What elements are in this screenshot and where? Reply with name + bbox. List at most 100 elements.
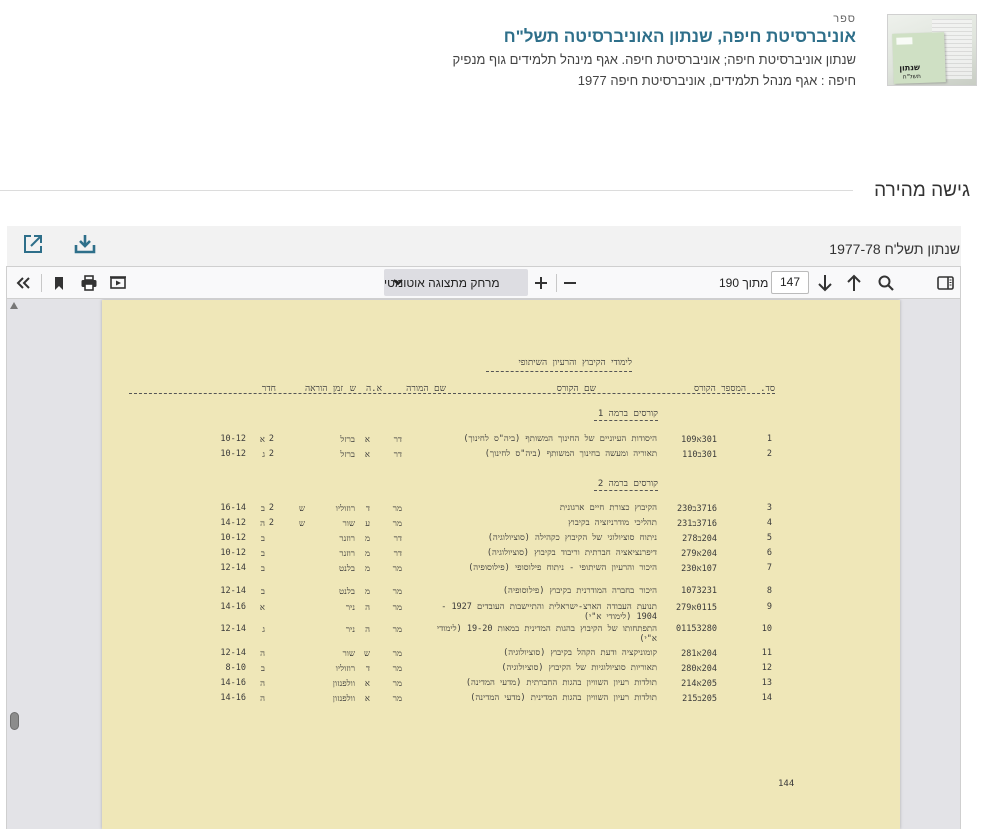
table-cell-teacher: ברזל <box>340 450 355 460</box>
table-cell-init: א <box>364 694 370 704</box>
table-cell-teacher: ניר <box>345 603 355 613</box>
table-cell-day: ה <box>260 694 265 704</box>
zoom-out-icon <box>564 282 576 284</box>
table-cell-teacher: וולפנזון <box>332 679 355 689</box>
table-cell-day: א <box>259 603 265 613</box>
table-cell-code: 204א279 <box>681 549 717 559</box>
table-cell-num: 11 <box>761 648 772 658</box>
zoom-select[interactable]: מרחק מתצוגה אוטומטי <box>384 269 528 296</box>
scrollbar-thumb[interactable] <box>10 712 19 730</box>
table-cell-day: ה <box>260 679 265 689</box>
table-cell-hours: 14-16 <box>220 602 246 612</box>
table-cell-course: הקיבוץ כצורת חיים ארגונית <box>559 503 657 513</box>
download-tray-icon <box>74 235 96 254</box>
table-cell-title: מר <box>392 625 402 635</box>
double-chevron-icon <box>16 277 30 289</box>
table-cell-init: א <box>364 679 370 689</box>
arrow-up-icon <box>847 274 861 291</box>
document-bar <box>7 226 961 266</box>
book-thumbnail[interactable]: שנתון תשל"ח <box>887 14 977 86</box>
table-cell-title: מר <box>392 679 402 689</box>
document-name: שנתון תשל'ח 1977-78 <box>829 241 960 257</box>
table-cell-init: ה <box>365 625 370 635</box>
record-publisher: חיפה : אגף מנהל תלמידים, אוניברסיטת חיפה… <box>577 73 856 88</box>
quick-access-heading: גישה מהירה <box>874 180 970 201</box>
table-cell-init: ש <box>363 649 370 659</box>
table-cell-num: 5 <box>766 533 772 543</box>
arrow-down-icon <box>818 275 832 292</box>
table-cell-hours: 10-12 <box>220 449 246 459</box>
heading-underline <box>486 371 632 372</box>
previous-page-button[interactable] <box>842 271 866 295</box>
sidebar-toggle-button[interactable] <box>933 271 957 295</box>
table-cell-day: ה <box>260 649 265 659</box>
section-2-title: קורסים ברמה 2 <box>597 479 658 489</box>
table-cell-hours: 8-10 <box>225 663 246 673</box>
table-cell-num: 2 <box>766 449 772 459</box>
table-cell-title: דר <box>393 549 402 559</box>
table-cell-day: ג <box>262 625 265 635</box>
download-button[interactable] <box>72 231 98 257</box>
page-number-input[interactable]: 147 <box>771 271 809 294</box>
table-cell-code: 301א109 <box>681 435 717 445</box>
table-cell-hours: 14-12 <box>220 518 246 528</box>
table-cell-course: התפתחותו של הקיבוץ בהגות המדינית במאות 1… <box>436 624 657 644</box>
table-cell-teacher: ניר <box>345 625 355 635</box>
table-cell-init: א <box>364 450 370 460</box>
record-title-link[interactable]: אוניברסיטת חיפה, שנתון האוניברסיטה תשל"ח <box>504 27 856 47</box>
table-cell-teacher: רוזוליו <box>335 504 355 514</box>
table-cell-day: ב <box>260 587 265 597</box>
find-button[interactable] <box>874 271 898 295</box>
chevron-down-icon <box>393 279 403 286</box>
bookmark-button[interactable] <box>47 271 71 295</box>
table-cell-day: ב <box>260 549 265 559</box>
pdf-viewer: מרחק מתצוגה אוטומטי מתוך 190 147 לימודי … <box>6 266 961 829</box>
table-cell-title: מר <box>392 603 402 613</box>
scroll-up-arrow-icon[interactable] <box>10 302 18 309</box>
table-cell-code: 205א214 <box>681 679 717 689</box>
table-cell-course: תולדות רעיון השוויון בהגות המדינית (מדעי… <box>470 693 657 703</box>
page-count: מתוך 190 <box>719 276 769 290</box>
table-cell-num: 10 <box>761 624 772 634</box>
table-cell-init: ע <box>365 519 370 529</box>
table-cell-hours: 10-12 <box>220 548 246 558</box>
table-cell-code: 107א230 <box>681 564 717 574</box>
section-2-underline <box>594 490 658 491</box>
table-cell-hours: 12-14 <box>220 648 246 658</box>
table-cell-sh: ש <box>298 519 305 529</box>
table-cell-num: 6 <box>766 548 772 558</box>
table-cell-title: דר <box>393 534 402 544</box>
table-cell-num: 12 <box>761 663 772 673</box>
table-cell-hours: 14-16 <box>220 693 246 703</box>
open-external-button[interactable] <box>20 231 46 257</box>
bookmark-icon <box>55 276 63 290</box>
pdf-page: לימודי הקיבוץ והרעיון השיתופי סד. המספר … <box>102 300 900 829</box>
pdf-scroll-area[interactable]: לימודי הקיבוץ והרעיון השיתופי סד. המספר … <box>7 299 960 829</box>
table-cell-hours: 10-12 <box>220 434 246 444</box>
zoom-in-button[interactable] <box>529 271 553 295</box>
table-cell-num: 3 <box>766 503 772 513</box>
table-cell-course: קומוניקציה ודעת הקהל בקיבוץ (סוציולוגיה) <box>503 648 657 658</box>
presentation-mode-button[interactable] <box>106 271 130 295</box>
table-cell-init: מ <box>364 549 370 559</box>
table-cell-hours: 14-16 <box>220 678 246 688</box>
page-number: 144 <box>778 779 795 789</box>
table-cell-code: 205ב215 <box>682 694 717 704</box>
cover-label <box>896 37 913 45</box>
table-cell-hours: 12-14 <box>220 563 246 573</box>
search-icon <box>878 275 894 291</box>
table-cell-title: מר <box>392 694 402 704</box>
tools-menu-button[interactable] <box>11 271 35 295</box>
table-cell-code: 301ב110 <box>682 450 717 460</box>
print-button[interactable] <box>77 271 101 295</box>
table-cell-day: ב <box>260 564 265 574</box>
table-cell-hours: 10-12 <box>220 533 246 543</box>
table-cell-title: מר <box>392 664 402 674</box>
next-page-button[interactable] <box>813 271 837 295</box>
table-cell-sh: ש <box>298 504 305 514</box>
zoom-out-button[interactable] <box>558 271 582 295</box>
table-cell-title: דר <box>393 435 402 445</box>
table-cell-hours: 16-14 <box>220 503 246 513</box>
viewer-toolbar: מרחק מתצוגה אוטומטי מתוך 190 147 <box>7 267 960 299</box>
table-cell-course: היכור והרעיון השיתופי - ניתוח פילוסופי (… <box>468 563 657 573</box>
